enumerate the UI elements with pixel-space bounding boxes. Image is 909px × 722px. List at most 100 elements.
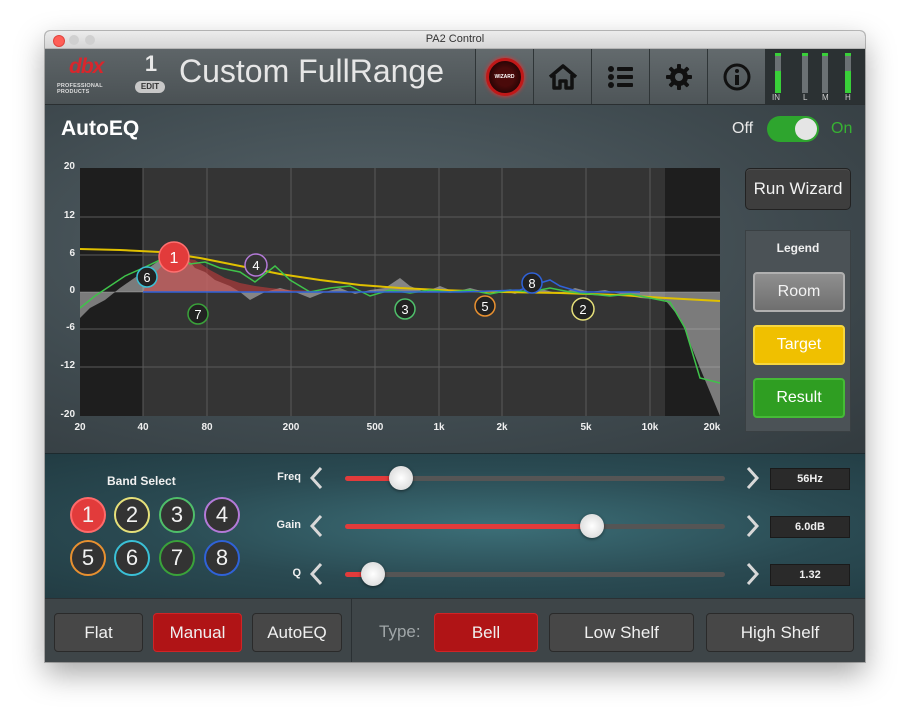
type-label: Type: [379, 622, 421, 641]
band-marker-6[interactable]: 6 [136, 266, 158, 288]
freq-decrease-icon[interactable] [307, 464, 327, 492]
legend-room-button[interactable]: Room [753, 272, 845, 312]
info-icon [723, 63, 750, 90]
band-select-1[interactable]: 1 [70, 497, 106, 533]
q-increase-icon[interactable] [742, 560, 762, 588]
gain-decrease-icon[interactable] [307, 512, 327, 540]
menu-list-button[interactable] [591, 49, 649, 104]
band-select-6[interactable]: 6 [114, 540, 150, 576]
manual-mode-button[interactable]: Manual [153, 613, 242, 652]
band-select-8[interactable]: 8 [204, 540, 240, 576]
meter-label-l: L [803, 93, 808, 102]
freq-slider[interactable] [345, 466, 725, 490]
svg-text:2: 2 [579, 302, 586, 317]
flat-mode-button[interactable]: Flat [54, 613, 143, 652]
meter-label-in: IN [772, 93, 780, 102]
y-tick: -6 [66, 322, 75, 333]
y-tick: 6 [69, 248, 75, 259]
panel-title: AutoEQ [61, 117, 140, 140]
level-meters: IN L M H [765, 49, 865, 104]
edit-preset-button[interactable]: EDIT [135, 81, 165, 93]
legend-target-button[interactable]: Target [753, 325, 845, 365]
type-high-shelf-button[interactable]: High Shelf [706, 613, 854, 652]
settings-button[interactable] [649, 49, 707, 104]
footer-bar: Flat Manual AutoEQ Type: Bell Low Shelf … [45, 598, 865, 662]
band-select-7[interactable]: 7 [159, 540, 195, 576]
q-decrease-icon[interactable] [307, 560, 327, 588]
q-slider[interactable] [345, 562, 725, 586]
y-tick: -12 [60, 360, 75, 371]
x-tick: 200 [282, 422, 300, 433]
freq-increase-icon[interactable] [742, 464, 762, 492]
window-title: PA2 Control [425, 33, 485, 45]
meter-l [802, 53, 808, 93]
meter-m [822, 53, 828, 93]
freq-value: 56Hz [770, 468, 850, 490]
gear-icon [665, 63, 692, 90]
app-window: PA2 Control dbx PROFESSIONAL PRODUCTS 1 … [45, 31, 865, 662]
svg-text:4: 4 [252, 258, 259, 273]
freq-slider-thumb[interactable] [389, 466, 413, 490]
home-button[interactable] [533, 49, 591, 104]
x-tick: 20 [74, 422, 86, 433]
x-tick: 40 [137, 422, 149, 433]
legend-result-button[interactable]: Result [753, 378, 845, 418]
svg-text:6: 6 [143, 270, 150, 285]
x-tick: 500 [366, 422, 384, 433]
preset-number: 1 [144, 51, 158, 76]
footer-divider [351, 599, 352, 662]
wizard-icon-label: WIZARD [494, 73, 515, 80]
x-tick: 80 [201, 422, 213, 433]
q-value: 1.32 [770, 564, 850, 586]
eq-graph-svg: 6 7 1 4 3 5 8 2 [80, 168, 720, 416]
type-bell-button[interactable]: Bell [434, 613, 538, 652]
type-low-shelf-button[interactable]: Low Shelf [549, 613, 694, 652]
meter-label-h: H [845, 93, 851, 102]
gain-label: Gain [276, 519, 301, 531]
eq-graph[interactable]: 6 7 1 4 3 5 8 2 [80, 168, 720, 416]
band-select-title: Band Select [107, 474, 176, 488]
toggle-on-label: On [831, 120, 853, 137]
info-button[interactable] [707, 49, 765, 104]
y-tick: -20 [60, 409, 75, 420]
band-select-2[interactable]: 2 [114, 497, 150, 533]
autoeq-toggle[interactable] [767, 116, 819, 142]
svg-text:1: 1 [170, 250, 179, 267]
band-select-5[interactable]: 5 [70, 540, 106, 576]
gain-slider-thumb[interactable] [580, 514, 604, 538]
meter-label-m: M [822, 93, 829, 102]
gain-slider-fill [345, 524, 592, 529]
meter-in [775, 53, 781, 93]
band-marker-7[interactable]: 7 [187, 303, 209, 325]
freq-label: Freq [277, 471, 301, 483]
band-marker-5[interactable]: 5 [474, 295, 496, 317]
autoeq-mode-button[interactable]: AutoEQ [252, 613, 342, 652]
y-tick: 0 [69, 285, 75, 296]
band-marker-4[interactable]: 4 [244, 253, 268, 277]
svg-text:3: 3 [401, 302, 408, 317]
svg-text:5: 5 [481, 299, 488, 314]
logo-subtext: PROFESSIONAL PRODUCTS [57, 83, 103, 95]
wizard-button[interactable]: WIZARD [475, 49, 533, 104]
band-select-4[interactable]: 4 [204, 497, 240, 533]
svg-text:8: 8 [528, 276, 535, 291]
band-select-3[interactable]: 3 [159, 497, 195, 533]
x-tick: 20k [703, 422, 721, 433]
band-marker-2[interactable]: 2 [571, 297, 595, 321]
preset-name: Custom FullRange [179, 53, 444, 89]
band-marker-8[interactable]: 8 [521, 272, 543, 294]
header-bar: dbx PROFESSIONAL PRODUCTS 1 EDIT Custom … [45, 49, 865, 105]
x-tick: 1k [433, 422, 445, 433]
dbx-logo: dbx PROFESSIONAL PRODUCTS [53, 55, 125, 95]
gain-slider[interactable] [345, 514, 725, 538]
band-marker-1[interactable]: 1 [158, 241, 190, 273]
run-wizard-button[interactable]: Run Wizard [745, 168, 851, 210]
gain-increase-icon[interactable] [742, 512, 762, 540]
q-slider-thumb[interactable] [361, 562, 385, 586]
meter-h [845, 53, 851, 93]
toggle-off-label: Off [732, 120, 754, 137]
x-tick: 10k [641, 422, 659, 433]
band-marker-3[interactable]: 3 [394, 298, 416, 320]
title-bar: PA2 Control [45, 31, 865, 49]
y-tick: 12 [63, 210, 75, 221]
